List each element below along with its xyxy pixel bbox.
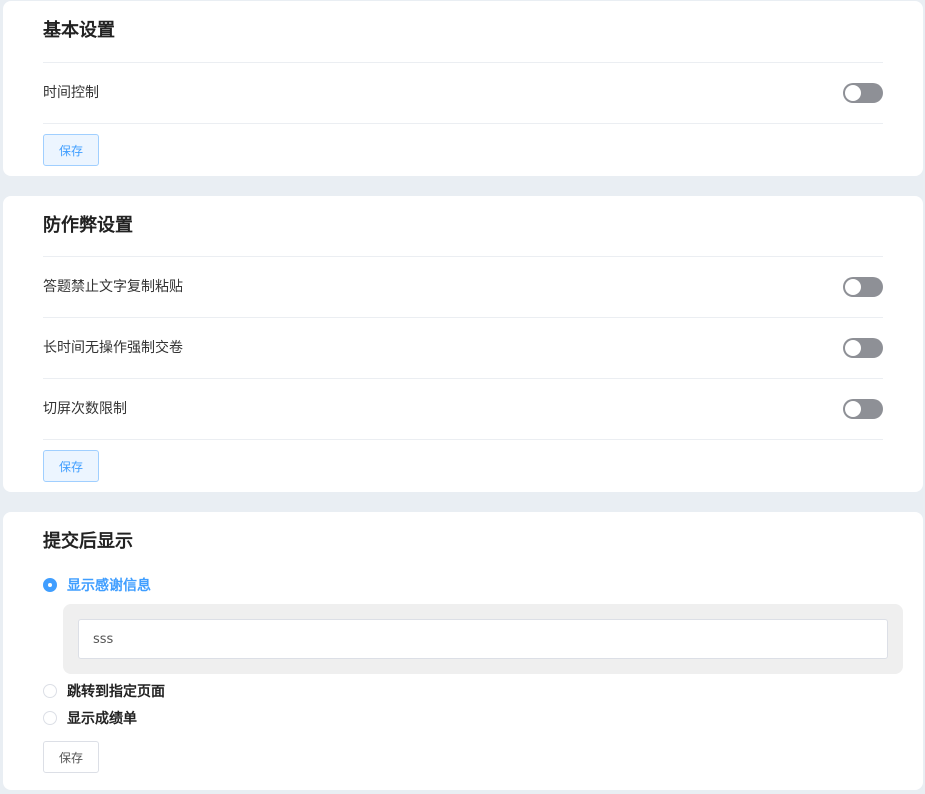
toggle-knob [845,340,861,356]
after-submit-card: 提交后显示 显示感谢信息 跳转到指定页面 显示成绩单 保存 [3,512,923,790]
basic-settings-card: 基本设置 时间控制 保存 [3,1,923,176]
divider [43,439,883,440]
thanks-message-panel [63,604,903,674]
divider [43,62,883,63]
divider [43,123,883,124]
radio-show-thanks[interactable]: 显示感谢信息 [43,575,151,595]
radio-unchecked-icon[interactable] [43,711,57,725]
disable-copy-paste-label: 答题禁止文字复制粘贴 [43,279,183,295]
basic-settings-save-button[interactable]: 保存 [43,134,99,166]
anti-cheat-save-button[interactable]: 保存 [43,450,99,482]
radio-show-thanks-label[interactable]: 显示感谢信息 [67,575,151,595]
divider [43,256,883,257]
toggle-knob [845,401,861,417]
thanks-message-input[interactable] [78,619,888,659]
radio-checked-icon[interactable] [43,578,57,592]
divider [43,317,883,318]
anti-cheat-settings-title: 防作弊设置 [43,215,133,236]
after-submit-save-button[interactable]: 保存 [43,741,99,773]
time-control-label: 时间控制 [43,85,99,101]
radio-unchecked-icon[interactable] [43,684,57,698]
after-submit-title: 提交后显示 [43,531,133,552]
basic-settings-title: 基本设置 [43,20,115,41]
radio-redirect-page-label[interactable]: 跳转到指定页面 [67,681,165,701]
radio-show-scorecard-label[interactable]: 显示成绩单 [67,708,137,728]
idle-force-submit-toggle[interactable] [843,338,883,358]
radio-redirect-page[interactable]: 跳转到指定页面 [43,681,165,701]
time-control-toggle[interactable] [843,83,883,103]
idle-force-submit-label: 长时间无操作强制交卷 [43,340,183,356]
divider [43,378,883,379]
toggle-knob [845,279,861,295]
radio-show-scorecard[interactable]: 显示成绩单 [43,708,137,728]
screen-switch-limit-toggle[interactable] [843,399,883,419]
toggle-knob [845,85,861,101]
disable-copy-paste-toggle[interactable] [843,277,883,297]
screen-switch-limit-label: 切屏次数限制 [43,401,127,417]
anti-cheat-settings-card: 防作弊设置 答题禁止文字复制粘贴 长时间无操作强制交卷 切屏次数限制 保存 [3,196,923,492]
